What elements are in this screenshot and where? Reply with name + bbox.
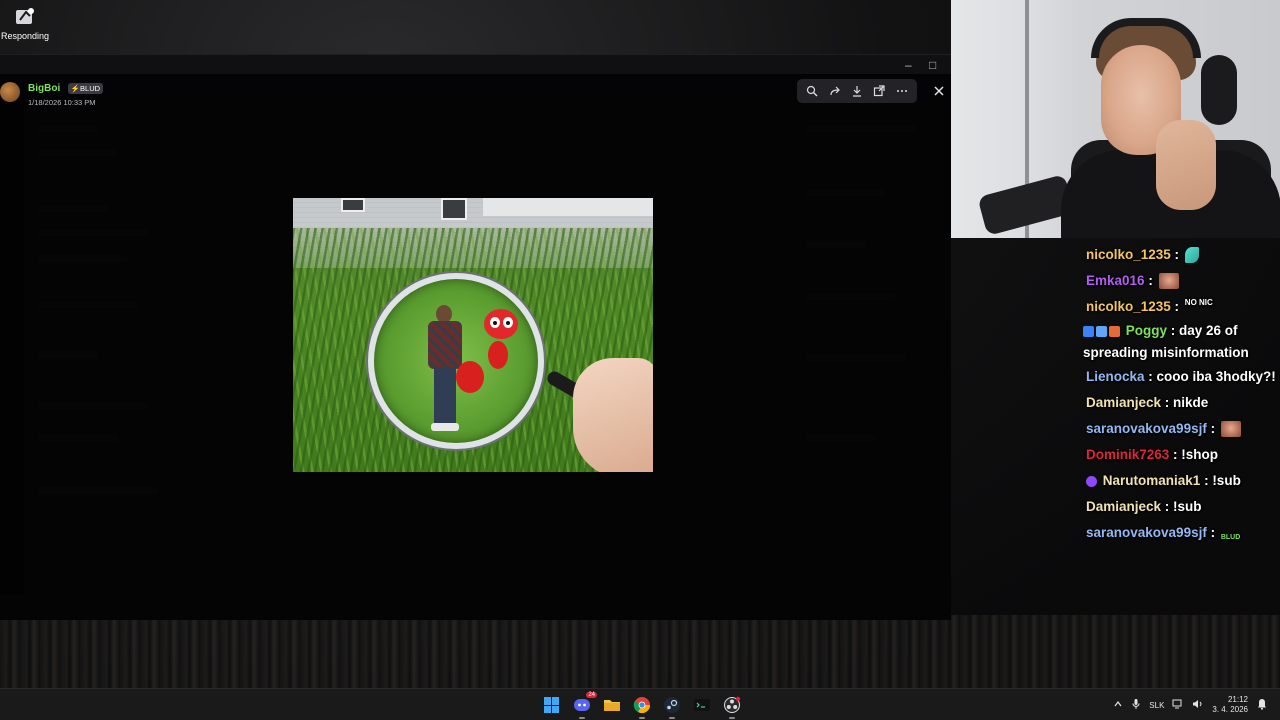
chat-message: Emka016 : bbox=[1080, 268, 1280, 294]
chat-text: !sub bbox=[1173, 499, 1202, 514]
discord-notification-badge: 24 bbox=[586, 692, 597, 698]
chat-message: nicolko_1235 : bbox=[1080, 242, 1280, 268]
close-icon[interactable] bbox=[928, 80, 950, 102]
more-icon[interactable] bbox=[895, 84, 909, 98]
microphone-icon[interactable] bbox=[1131, 698, 1141, 712]
viewer-author: BigBoi ⚡BLUD 1/18/2026 10:33 PM bbox=[0, 78, 104, 107]
chat-username: Dominik7263 bbox=[1086, 447, 1170, 462]
obs-icon[interactable] bbox=[720, 693, 744, 719]
nonic-emote: NO NIC bbox=[1184, 298, 1213, 308]
chat-overlay: nicolko_1235 : Emka016 : nicolko_1235 : … bbox=[1080, 242, 1280, 546]
bolt-icon: ⚡ bbox=[70, 83, 81, 93]
forward-icon[interactable] bbox=[828, 84, 842, 98]
download-icon[interactable] bbox=[850, 84, 864, 98]
leaf-emote-icon bbox=[1184, 247, 1199, 264]
screen: Responding – □ BigBoi ⚡BLUD 1/18/2026 10… bbox=[0, 0, 1280, 720]
badge-icon bbox=[1096, 325, 1107, 337]
chat-message: Poggy : day 26 of spreading misinformati… bbox=[1083, 323, 1249, 360]
taskbar: 24 SLK 21:12 3. 4. 2026 bbox=[0, 688, 1280, 720]
chat-username: Emka016 bbox=[1086, 273, 1145, 288]
chat-message: nicolko_1235 : NO NIC bbox=[1086, 298, 1213, 314]
viewer-toolbar bbox=[797, 79, 917, 103]
author-badge: ⚡BLUD bbox=[67, 82, 104, 94]
chat-message: Narutomaniak1 : !sub bbox=[1080, 468, 1280, 494]
chat-message: Dominik7263 : !shop bbox=[1086, 447, 1219, 462]
volume-icon[interactable] bbox=[1192, 699, 1204, 711]
author-badge-label: BLUD bbox=[80, 83, 101, 93]
language-indicator[interactable]: SLK bbox=[1149, 701, 1164, 710]
chat-username: Poggy bbox=[1125, 323, 1168, 338]
shortcut-label: Responding bbox=[0, 31, 50, 41]
minimize-icon[interactable]: – bbox=[905, 58, 912, 72]
magnifier-lens bbox=[368, 273, 544, 449]
image-hand bbox=[573, 358, 653, 472]
chrome-icon[interactable] bbox=[630, 693, 654, 719]
chat-username: saranovakova99sjf bbox=[1086, 421, 1207, 436]
chat-username: saranovakova99sjf bbox=[1086, 525, 1207, 540]
steam-icon[interactable] bbox=[660, 693, 684, 719]
zoom-icon[interactable] bbox=[805, 84, 819, 98]
badge-icon bbox=[1086, 475, 1097, 487]
badge-icon bbox=[1109, 325, 1120, 337]
badge-icon bbox=[1083, 325, 1094, 337]
chat-text: !sub bbox=[1212, 473, 1241, 488]
chat-message: Damianjeck : !sub bbox=[1086, 499, 1202, 514]
blud-emote: BLUD bbox=[1220, 534, 1241, 542]
avatar[interactable] bbox=[0, 82, 20, 102]
author-username[interactable]: BigBoi bbox=[28, 83, 60, 94]
notification-icon[interactable] bbox=[1256, 698, 1268, 712]
shortcut-icon bbox=[14, 6, 36, 28]
webcam-feed bbox=[951, 0, 1280, 238]
chat-username: Damianjeck bbox=[1086, 395, 1162, 410]
chat-username: nicolko_1235 bbox=[1086, 247, 1171, 262]
chat-username: Lienocka bbox=[1086, 369, 1145, 384]
viewed-image[interactable] bbox=[293, 198, 653, 472]
chevron-up-icon[interactable] bbox=[1113, 699, 1123, 711]
chat-message: saranovakova99sjf : BLUD bbox=[1080, 520, 1280, 546]
clock-time: 21:12 bbox=[1227, 695, 1248, 704]
clock[interactable]: 21:12 3. 4. 2026 bbox=[1212, 695, 1248, 715]
terminal-icon[interactable] bbox=[690, 693, 714, 717]
chat-text: cooo iba 3hodky?! bbox=[1156, 369, 1276, 384]
windows-start-icon[interactable] bbox=[540, 693, 564, 717]
discord-icon[interactable]: 24 bbox=[570, 692, 597, 719]
face-emote-icon bbox=[1158, 273, 1179, 290]
face-emote-icon bbox=[1220, 421, 1241, 438]
image-ant bbox=[456, 309, 536, 409]
chat-text: nikde bbox=[1173, 395, 1209, 410]
desktop-floor-texture bbox=[0, 615, 1280, 688]
chat-message: Lienocka : cooo iba 3hodky?! bbox=[1086, 369, 1276, 384]
chat-text: !shop bbox=[1181, 447, 1219, 462]
chat-username: Damianjeck bbox=[1086, 499, 1162, 514]
author-timestamp: 1/18/2026 10:33 PM bbox=[28, 97, 96, 107]
chat-username: Narutomaniak1 bbox=[1102, 473, 1201, 488]
system-tray: SLK 21:12 3. 4. 2026 bbox=[1113, 689, 1280, 720]
desktop-shortcut[interactable]: Responding bbox=[0, 4, 50, 41]
taskbar-apps: 24 bbox=[540, 692, 744, 719]
open-external-icon[interactable] bbox=[872, 84, 886, 98]
file-explorer-icon[interactable] bbox=[600, 693, 624, 717]
chat-username: nicolko_1235 bbox=[1086, 299, 1171, 314]
headphones bbox=[1091, 18, 1201, 58]
clock-date: 3. 4. 2026 bbox=[1212, 705, 1248, 714]
chat-message: Damianjeck : nikde bbox=[1086, 395, 1209, 410]
maximize-icon[interactable]: □ bbox=[929, 58, 936, 72]
chat-message: saranovakova99sjf : bbox=[1080, 416, 1280, 442]
network-icon[interactable] bbox=[1172, 699, 1184, 711]
